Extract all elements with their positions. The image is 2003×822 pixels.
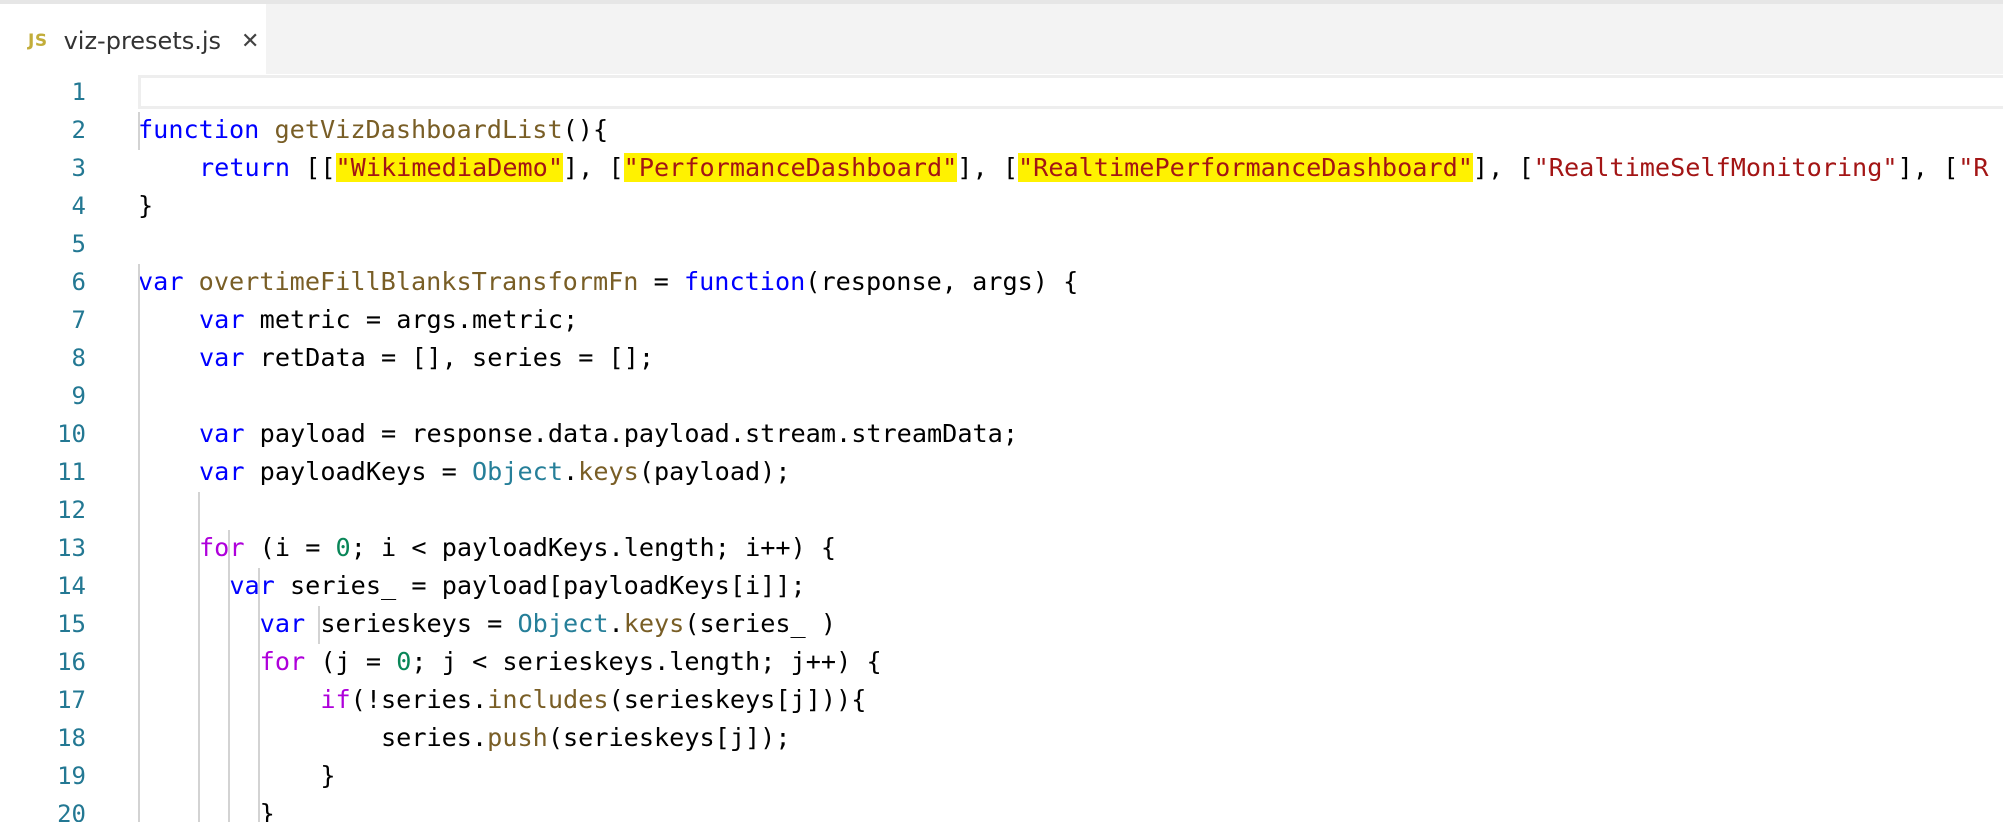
code-line: 12	[0, 491, 2003, 529]
line-code: var serieskeys = Object.keys(series_ )	[259, 609, 837, 638]
line-number: 10	[57, 420, 86, 448]
code-line: 4}	[0, 187, 2003, 225]
code-line: 20 }	[0, 795, 2003, 822]
indent-guide	[228, 530, 230, 822]
code-line: 14 var series_ = payload[payloadKeys[i]]…	[0, 567, 2003, 605]
line-number: 18	[57, 724, 86, 752]
line-number: 7	[71, 306, 86, 334]
indent-guide	[198, 492, 200, 822]
line-number: 19	[57, 762, 86, 790]
code-line: 8 var retData = [], series = [];	[0, 339, 2003, 377]
line-number: 2	[71, 116, 86, 144]
code-line: 15 var serieskeys = Object.keys(series_ …	[0, 605, 2003, 643]
code-line: 19 }	[0, 757, 2003, 795]
close-icon[interactable]: ✕	[241, 29, 259, 54]
line-code: }	[138, 191, 154, 220]
line-number: 6	[71, 268, 86, 296]
tab-viz-presets[interactable]: JS viz-presets.js ✕	[0, 4, 266, 78]
line-code: for (i = 0; i < payloadKeys.length; i++)…	[199, 533, 837, 562]
indent-guide	[138, 264, 140, 822]
code-editor[interactable]: 1 2 function getVizDashboardList(){3 return…	[0, 74, 2003, 822]
code-line: 13 for (i = 0; i < payloadKeys.length; i+…	[0, 529, 2003, 567]
line-number: 12	[57, 496, 86, 524]
line-code: }	[320, 761, 336, 790]
line-number: 17	[57, 686, 86, 714]
indent-guide	[318, 606, 320, 644]
code-line: 11 var payloadKeys = Object.keys(payload)…	[0, 453, 2003, 491]
code-line: 6 var overtimeFillBlanksTransformFn = fun…	[0, 263, 2003, 301]
line-code: var retData = [], series = [];	[199, 343, 655, 372]
line-number: 11	[57, 458, 86, 486]
line-number: 4	[71, 192, 86, 220]
line-code: var series_ = payload[payloadKeys[i]];	[229, 571, 806, 600]
code-line: 7 var metric = args.metric;	[0, 301, 2003, 339]
line-number: 16	[57, 648, 86, 676]
line-code: series.push(serieskeys[j]);	[380, 723, 791, 752]
code-line: 3 return [["WikimediaDemo"], ["Performanc…	[0, 149, 2003, 187]
indent-guide	[138, 112, 140, 150]
code-line: 1	[0, 74, 2003, 111]
line-code: var metric = args.metric;	[199, 305, 579, 334]
code-line: 17 if(!series.includes(serieskeys[j])){	[0, 681, 2003, 719]
line-number: 13	[57, 534, 86, 562]
code-line: 2 function getVizDashboardList(){	[0, 111, 2003, 149]
line-number: 5	[71, 230, 86, 258]
line-code: }	[259, 799, 275, 822]
line-number: 14	[57, 572, 86, 600]
line-number: 1	[71, 78, 86, 106]
line-number: 9	[71, 382, 86, 410]
code-line: 10 var payload = response.data.payload.st…	[0, 415, 2003, 453]
javascript-file-icon: JS	[28, 31, 48, 51]
line-code: var overtimeFillBlanksTransformFn = func…	[138, 267, 1079, 296]
editor-tab-bar: JS viz-presets.js ✕	[0, 0, 2003, 78]
tab-file-name: viz-presets.js	[63, 27, 222, 55]
code-line: 5	[0, 225, 2003, 263]
code-line: 16 for (j = 0; j < serieskeys.length; j+…	[0, 643, 2003, 681]
line-code: return [["WikimediaDemo"], ["Performance…	[199, 153, 1989, 182]
line-number: 3	[71, 154, 86, 182]
line-number: 8	[71, 344, 86, 372]
line-number: 15	[57, 610, 86, 638]
line-code: var payloadKeys = Object.keys(payload);	[199, 457, 791, 486]
line-code: if(!series.includes(serieskeys[j])){	[320, 685, 867, 714]
line-code: function getVizDashboardList(){	[138, 115, 609, 144]
indent-guide	[258, 568, 260, 822]
line-code: var payload = response.data.payload.stre…	[199, 419, 1019, 448]
line-number: 20	[57, 800, 86, 822]
code-line: 18 series.push(serieskeys[j]);	[0, 719, 2003, 757]
code-line: 9	[0, 377, 2003, 415]
line-code: for (j = 0; j < serieskeys.length; j++) …	[259, 647, 882, 676]
